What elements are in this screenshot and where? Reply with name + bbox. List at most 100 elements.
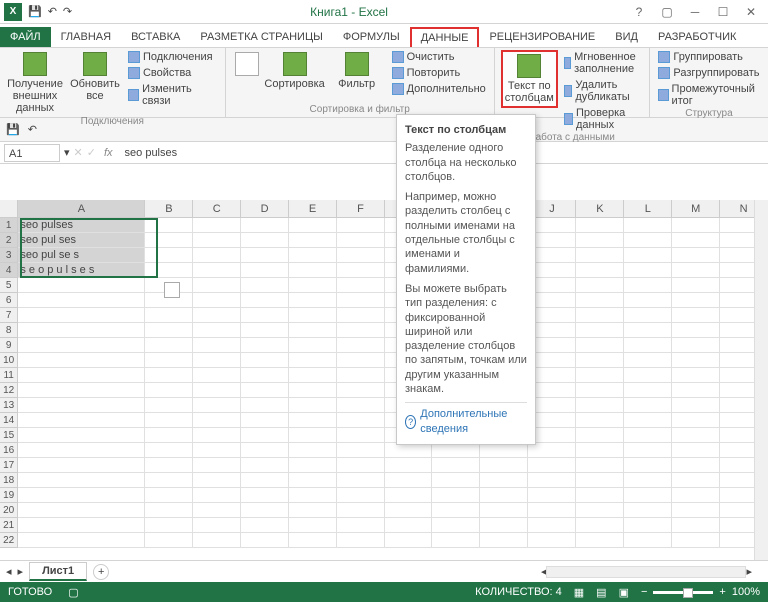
cell-F11[interactable]	[337, 368, 385, 383]
cell-J19[interactable]	[528, 488, 576, 503]
cell-K6[interactable]	[576, 293, 624, 308]
cell-F9[interactable]	[337, 338, 385, 353]
cell-A22[interactable]	[18, 533, 145, 548]
cell-F14[interactable]	[337, 413, 385, 428]
cell-C19[interactable]	[193, 488, 241, 503]
cell-G20[interactable]	[385, 503, 433, 518]
cell-E17[interactable]	[289, 458, 337, 473]
cell-L10[interactable]	[624, 353, 672, 368]
col-header-B[interactable]: B	[145, 200, 193, 218]
tab-review[interactable]: РЕЦЕНЗИРОВАНИЕ	[479, 27, 605, 47]
cell-D18[interactable]	[241, 473, 289, 488]
cell-C3[interactable]	[193, 248, 241, 263]
cell-E2[interactable]	[289, 233, 337, 248]
cell-C17[interactable]	[193, 458, 241, 473]
cell-A21[interactable]	[18, 518, 145, 533]
cell-D19[interactable]	[241, 488, 289, 503]
cell-G19[interactable]	[385, 488, 433, 503]
cell-E12[interactable]	[289, 383, 337, 398]
subtotal-button[interactable]: Промежуточный итог	[656, 82, 761, 108]
macro-record-icon[interactable]: ▢	[68, 586, 78, 599]
dropdown-icon[interactable]: ▾	[64, 146, 70, 159]
col-header-F[interactable]: F	[337, 200, 385, 218]
row-header-18[interactable]: 18	[0, 473, 18, 488]
add-sheet-button[interactable]: +	[93, 564, 109, 580]
cell-L5[interactable]	[624, 278, 672, 293]
cell-E21[interactable]	[289, 518, 337, 533]
enter-icon[interactable]: ✓	[87, 146, 96, 159]
cell-C18[interactable]	[193, 473, 241, 488]
cell-C9[interactable]	[193, 338, 241, 353]
cell-A2[interactable]: seo pul ses	[18, 233, 145, 248]
cell-K21[interactable]	[576, 518, 624, 533]
cell-A3[interactable]: seo pul se s	[18, 248, 145, 263]
filter-button[interactable]: Фильтр	[328, 50, 386, 92]
tab-page-layout[interactable]: РАЗМЕТКА СТРАНИЦЫ	[190, 27, 332, 47]
cell-M15[interactable]	[672, 428, 720, 443]
cell-B13[interactable]	[145, 398, 193, 413]
row-header-7[interactable]: 7	[0, 308, 18, 323]
cell-K10[interactable]	[576, 353, 624, 368]
cell-M14[interactable]	[672, 413, 720, 428]
cell-F18[interactable]	[337, 473, 385, 488]
cell-M10[interactable]	[672, 353, 720, 368]
tab-insert[interactable]: ВСТАВКА	[121, 27, 190, 47]
cell-B22[interactable]	[145, 533, 193, 548]
cell-L20[interactable]	[624, 503, 672, 518]
cell-D2[interactable]	[241, 233, 289, 248]
row-header-8[interactable]: 8	[0, 323, 18, 338]
remove-duplicates-button[interactable]: Удалить дубликаты	[562, 78, 644, 104]
cell-C14[interactable]	[193, 413, 241, 428]
cell-M3[interactable]	[672, 248, 720, 263]
cell-C21[interactable]	[193, 518, 241, 533]
cell-K16[interactable]	[576, 443, 624, 458]
worksheet[interactable]: ABCDEFGHIJKLMN1seo pulses2seo pul ses3se…	[0, 200, 768, 560]
col-header-A[interactable]: A	[18, 200, 145, 218]
advanced-button[interactable]: Дополнительно	[390, 82, 488, 96]
cell-B10[interactable]	[145, 353, 193, 368]
cell-F2[interactable]	[337, 233, 385, 248]
sort-button[interactable]: Сортировка	[266, 50, 324, 92]
cell-C7[interactable]	[193, 308, 241, 323]
col-header-K[interactable]: K	[576, 200, 624, 218]
col-header-E[interactable]: E	[289, 200, 337, 218]
cell-M19[interactable]	[672, 488, 720, 503]
cell-E9[interactable]	[289, 338, 337, 353]
cell-L16[interactable]	[624, 443, 672, 458]
flash-fill-button[interactable]: Мгновенное заполнение	[562, 50, 644, 76]
cell-M13[interactable]	[672, 398, 720, 413]
cell-I20[interactable]	[480, 503, 528, 518]
row-header-3[interactable]: 3	[0, 248, 18, 263]
cell-G16[interactable]	[385, 443, 433, 458]
data-validation-button[interactable]: Проверка данных	[562, 106, 644, 132]
properties-button[interactable]: Свойства	[126, 66, 219, 80]
cell-M9[interactable]	[672, 338, 720, 353]
cell-B2[interactable]	[145, 233, 193, 248]
tab-formulas[interactable]: ФОРМУЛЫ	[333, 27, 410, 47]
cell-K4[interactable]	[576, 263, 624, 278]
cell-E20[interactable]	[289, 503, 337, 518]
cell-M5[interactable]	[672, 278, 720, 293]
row-header-6[interactable]: 6	[0, 293, 18, 308]
cell-G17[interactable]	[385, 458, 433, 473]
cell-K11[interactable]	[576, 368, 624, 383]
cell-B3[interactable]	[145, 248, 193, 263]
cell-A5[interactable]	[18, 278, 145, 293]
cell-L12[interactable]	[624, 383, 672, 398]
ungroup-button[interactable]: Разгруппировать	[656, 66, 761, 80]
edit-links-button[interactable]: Изменить связи	[126, 82, 219, 108]
cell-L14[interactable]	[624, 413, 672, 428]
cell-C12[interactable]	[193, 383, 241, 398]
connections-button[interactable]: Подключения	[126, 50, 219, 64]
cell-F8[interactable]	[337, 323, 385, 338]
cell-D13[interactable]	[241, 398, 289, 413]
row-header-11[interactable]: 11	[0, 368, 18, 383]
undo-icon[interactable]: ↶	[48, 5, 57, 18]
cell-A6[interactable]	[18, 293, 145, 308]
cell-C8[interactable]	[193, 323, 241, 338]
cell-C16[interactable]	[193, 443, 241, 458]
cell-C11[interactable]	[193, 368, 241, 383]
cell-E18[interactable]	[289, 473, 337, 488]
cell-A12[interactable]	[18, 383, 145, 398]
cell-L9[interactable]	[624, 338, 672, 353]
